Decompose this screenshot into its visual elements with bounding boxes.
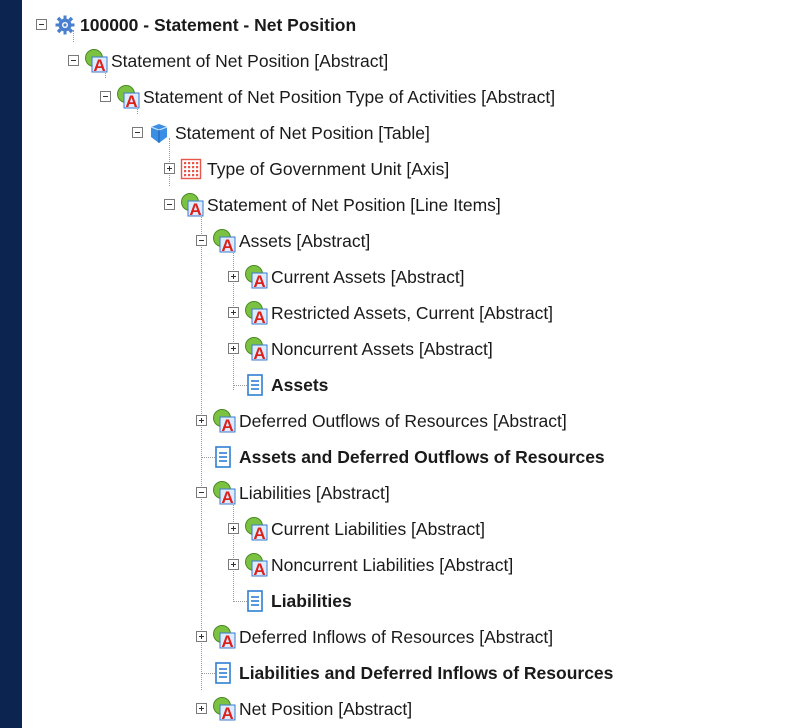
abstract-icon: A — [213, 409, 236, 433]
collapse-toggle[interactable] — [164, 199, 175, 210]
svg-text:A: A — [93, 56, 105, 73]
tree-node[interactable]: A Statement of Net Position Type of Activ… — [22, 79, 794, 115]
tree-node-label: Noncurrent Liabilities [Abstract] — [271, 555, 514, 575]
abstract-icon: A — [85, 49, 108, 73]
collapse-toggle[interactable] — [100, 91, 111, 102]
svg-text:A: A — [221, 416, 233, 433]
tree-node-label: Deferred Outflows of Resources [Abstract… — [239, 411, 567, 431]
expand-toggle[interactable] — [196, 415, 207, 426]
tree-node[interactable]: Type of Government Unit [Axis] — [22, 151, 794, 187]
tree-node-label: Liabilities and Deferred Inflows of Reso… — [239, 663, 614, 683]
tree-node-label: Liabilities [Abstract] — [239, 483, 390, 503]
tree-node-label: 100000 - Statement - Net Position — [80, 15, 357, 35]
tree-node[interactable]: Assets and Deferred Outflows of Resource… — [22, 439, 794, 475]
expand-toggle[interactable] — [228, 271, 239, 282]
abstract-icon: A — [117, 85, 140, 109]
abstract-icon: A — [213, 697, 236, 721]
abstract-icon: A — [181, 193, 204, 217]
axis-icon — [180, 158, 202, 180]
abstract-icon: A — [245, 517, 268, 541]
expand-toggle[interactable] — [196, 703, 207, 714]
table-icon — [150, 124, 168, 143]
tree-node-label: Current Liabilities [Abstract] — [271, 519, 485, 539]
expand-toggle[interactable] — [228, 559, 239, 570]
tree-node[interactable]: Liabilities and Deferred Inflows of Reso… — [22, 655, 794, 691]
tree-node-label: Liabilities — [271, 591, 352, 611]
svg-text:A: A — [253, 308, 265, 325]
tree-node[interactable]: A Assets [Abstract] — [22, 223, 794, 259]
tree-node-label: Noncurrent Assets [Abstract] — [271, 339, 493, 359]
tree-node[interactable]: A Noncurrent Liabilities [Abstract] — [22, 547, 794, 583]
svg-text:A: A — [253, 560, 265, 577]
tree-node-label: Restricted Assets, Current [Abstract] — [271, 303, 554, 323]
document-icon — [215, 662, 231, 684]
svg-text:A: A — [221, 488, 233, 505]
tree-panel: 100000 - Statement - Net Position A State… — [22, 0, 794, 728]
tree-node-label: Assets [Abstract] — [239, 231, 371, 251]
expand-toggle[interactable] — [228, 307, 239, 318]
collapse-toggle[interactable] — [36, 19, 47, 30]
document-icon — [215, 446, 231, 468]
tree-node-label: Statement of Net Position Type of Activi… — [143, 87, 556, 107]
tree-node[interactable]: A Statement of Net Position [Abstract] — [22, 43, 794, 79]
tree-node[interactable]: A Noncurrent Assets [Abstract] — [22, 331, 794, 367]
tree-node[interactable]: A Restricted Assets, Current [Abstract] — [22, 295, 794, 331]
collapse-toggle[interactable] — [68, 55, 79, 66]
collapse-toggle[interactable] — [196, 235, 207, 246]
svg-text:A: A — [253, 344, 265, 361]
svg-text:A: A — [253, 272, 265, 289]
tree-node-label: Deferred Inflows of Resources [Abstract] — [239, 627, 554, 647]
abstract-icon: A — [245, 265, 268, 289]
svg-text:A: A — [253, 524, 265, 541]
tree-node[interactable]: A Deferred Inflows of Resources [Abstract… — [22, 619, 794, 655]
expand-toggle[interactable] — [196, 631, 207, 642]
tree-node-label: Assets — [271, 375, 329, 395]
expand-toggle[interactable] — [228, 343, 239, 354]
tree-node[interactable]: A Statement of Net Position [Line Items] — [22, 187, 794, 223]
tree-node-label: Current Assets [Abstract] — [271, 267, 465, 287]
tree-node-label: Net Position [Abstract] — [239, 699, 413, 719]
expand-toggle[interactable] — [228, 523, 239, 534]
abstract-icon: A — [213, 481, 236, 505]
tree-node-label: Assets and Deferred Outflows of Resource… — [239, 447, 605, 467]
collapse-toggle[interactable] — [196, 487, 207, 498]
svg-text:A: A — [221, 236, 233, 253]
tree-node-label: Type of Government Unit [Axis] — [207, 159, 450, 179]
tree-node[interactable]: A Current Liabilities [Abstract] — [22, 511, 794, 547]
tree-node-label: Statement of Net Position [Abstract] — [111, 51, 389, 71]
tree-node[interactable]: A Liabilities [Abstract] — [22, 475, 794, 511]
tree-node-label: Statement of Net Position [Table] — [175, 123, 430, 143]
tree-node[interactable]: A Net Position [Abstract] — [22, 691, 794, 727]
document-icon — [247, 374, 263, 396]
svg-text:A: A — [125, 92, 137, 109]
collapse-toggle[interactable] — [132, 127, 143, 138]
abstract-icon: A — [245, 301, 268, 325]
abstract-icon: A — [245, 553, 268, 577]
gear-icon — [55, 15, 75, 35]
svg-text:A: A — [221, 704, 233, 721]
expand-toggle[interactable] — [164, 163, 175, 174]
abstract-icon: A — [213, 625, 236, 649]
abstract-icon: A — [213, 229, 236, 253]
tree-node-label: Statement of Net Position [Line Items] — [207, 195, 501, 215]
tree-node[interactable]: Liabilities — [22, 583, 794, 619]
document-icon — [247, 590, 263, 612]
tree-node[interactable]: A Current Assets [Abstract] — [22, 259, 794, 295]
abstract-icon: A — [245, 337, 268, 361]
tree-node[interactable]: A Deferred Outflows of Resources [Abstrac… — [22, 403, 794, 439]
tree-node[interactable]: Assets — [22, 367, 794, 403]
tree-node[interactable]: Statement of Net Position [Table] — [22, 115, 794, 151]
svg-text:A: A — [189, 200, 201, 217]
tree-node-root[interactable]: 100000 - Statement - Net Position — [22, 7, 794, 43]
svg-text:A: A — [221, 632, 233, 649]
